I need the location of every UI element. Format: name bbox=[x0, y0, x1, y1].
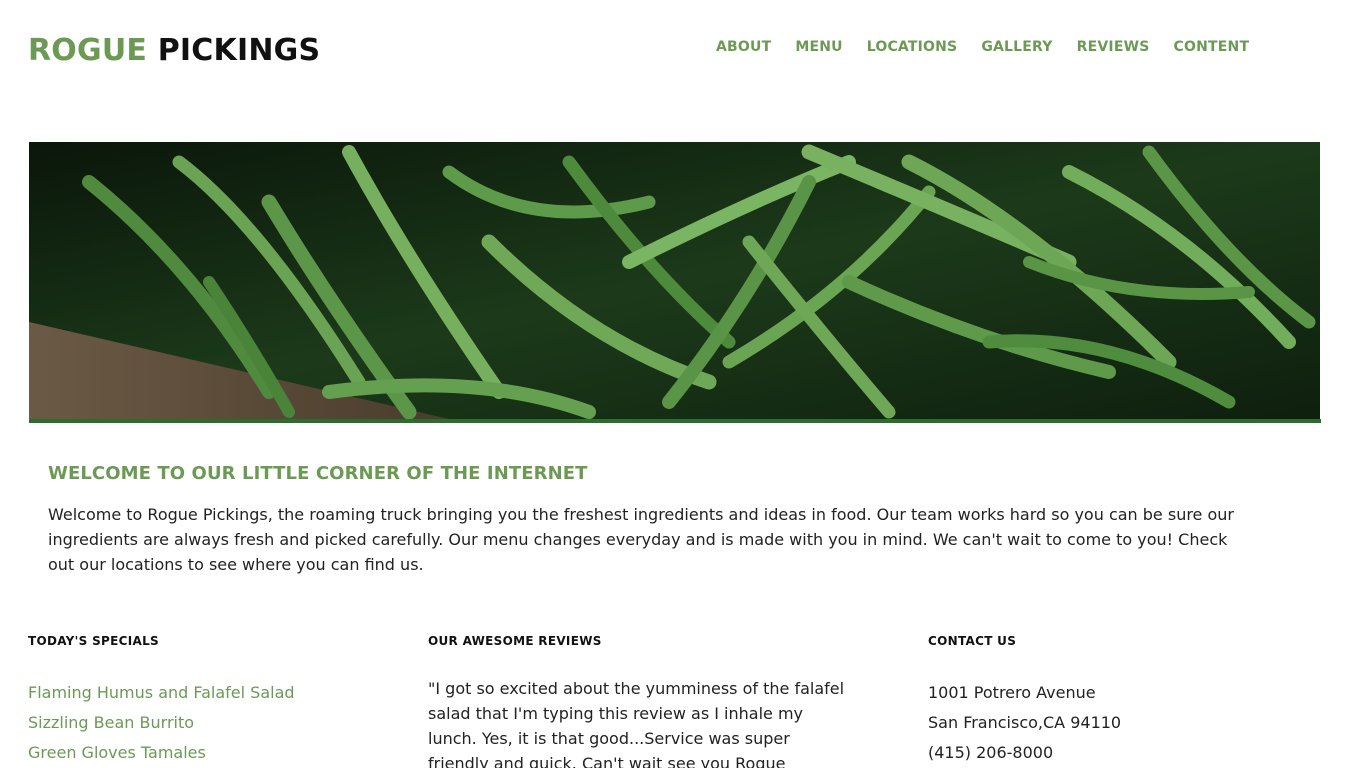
nav-reviews[interactable]: REVIEWS bbox=[1077, 39, 1150, 55]
logo-pickings: PICKINGS bbox=[157, 33, 321, 68]
reviews-heading: OUR AWESOME REVIEWS bbox=[428, 634, 602, 648]
contact-phone: (415) 206-8000 bbox=[928, 743, 1054, 762]
specials-heading: TODAY'S SPECIALS bbox=[28, 634, 159, 648]
special-item[interactable]: Green Gloves Tamales bbox=[28, 738, 388, 768]
hero-divider bbox=[29, 419, 1321, 423]
hero-image bbox=[29, 142, 1320, 419]
main-nav: ABOUT MENU LOCATIONS GALLERY REVIEWS CON… bbox=[716, 39, 1249, 55]
contact-section: CONTACT US 1001 Potrero Avenue San Franc… bbox=[928, 634, 1308, 768]
nav-menu[interactable]: MENU bbox=[795, 39, 842, 55]
nav-gallery[interactable]: GALLERY bbox=[981, 39, 1052, 55]
welcome-paragraph: Welcome to Rogue Pickings, the roaming t… bbox=[48, 505, 1234, 574]
nav-locations[interactable]: LOCATIONS bbox=[867, 39, 958, 55]
specials-list: Flaming Humus and Falafel Salad Sizzling… bbox=[28, 678, 388, 768]
contact-heading: CONTACT US bbox=[928, 634, 1017, 648]
special-item[interactable]: Sizzling Bean Burrito bbox=[28, 708, 388, 738]
special-item[interactable]: Flaming Humus and Falafel Salad bbox=[28, 678, 388, 708]
review-quote: "I got so excited about the yumminess of… bbox=[428, 679, 845, 768]
welcome-heading: WELCOME TO OUR LITTLE CORNER OF THE INTE… bbox=[48, 463, 588, 484]
green-beans-photo bbox=[29, 142, 1320, 419]
contact-address: 1001 Potrero Avenue bbox=[928, 683, 1096, 702]
nav-content[interactable]: CONTENT bbox=[1174, 39, 1250, 55]
reviews-section: OUR AWESOME REVIEWS "I got so excited ab… bbox=[428, 634, 848, 768]
contact-list: 1001 Potrero Avenue San Francisco,CA 941… bbox=[928, 678, 1308, 768]
site-logo[interactable]: ROGUE PICKINGS bbox=[28, 33, 320, 68]
specials-section: TODAY'S SPECIALS Flaming Humus and Falaf… bbox=[28, 634, 388, 768]
contact-city: San Francisco,CA 94110 bbox=[928, 713, 1122, 732]
nav-about[interactable]: ABOUT bbox=[716, 39, 771, 55]
logo-rogue: ROGUE bbox=[28, 33, 148, 68]
